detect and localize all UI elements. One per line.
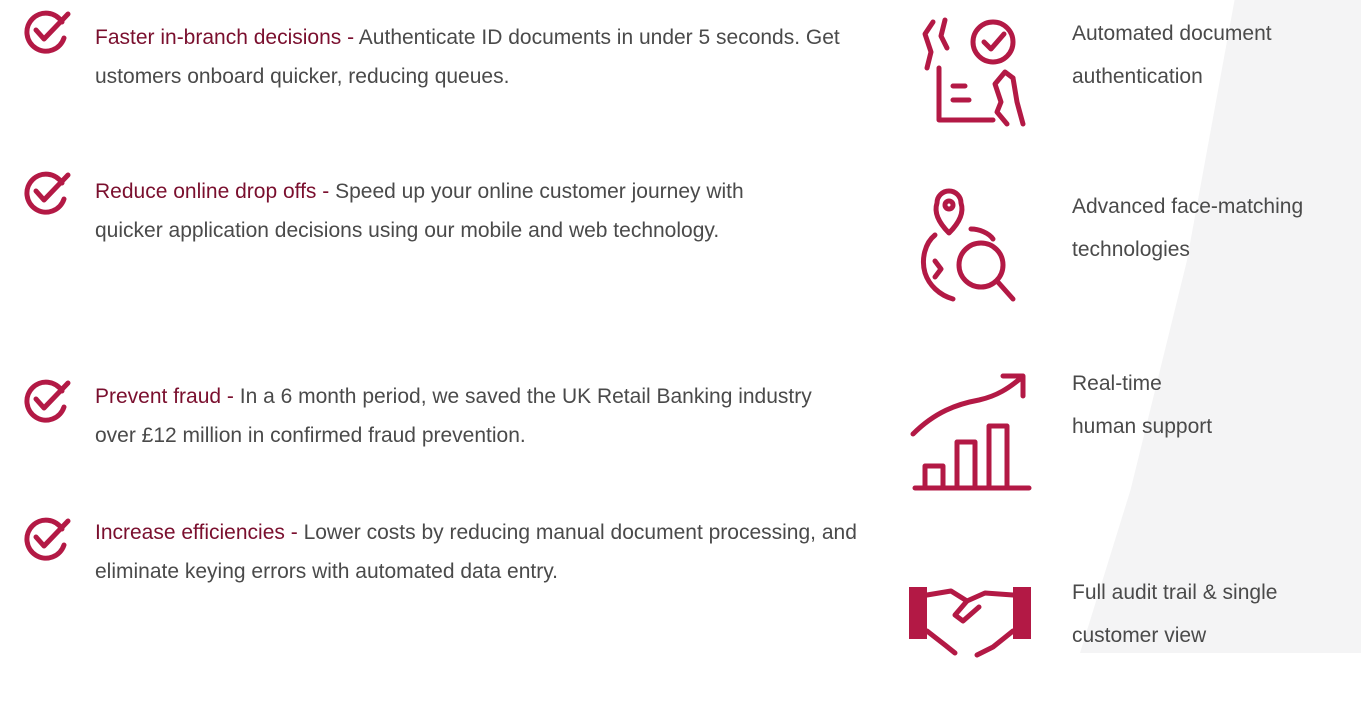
benefit-text: Prevent fraud - In a 6 month period, we … (95, 377, 855, 455)
benefit-text: Faster in-branch decisions - Authenticat… (95, 18, 875, 96)
benefit-text: Reduce online drop offs - Speed up your … (95, 172, 795, 250)
checkmark-icon (24, 171, 71, 215)
feature-label: Real-time human support (1072, 372, 1213, 438)
checkmark-icon (24, 517, 71, 561)
feature-label: Automated document authentication (1072, 22, 1272, 88)
location-face-search-icon (920, 188, 1016, 302)
feature-label: Full audit trail & single customer view (1072, 581, 1278, 647)
feature-label: Advanced face-matching technologies (1072, 195, 1304, 261)
benefit-title: Reduce online drop offs - (95, 180, 330, 203)
growth-chart-icon (910, 373, 1032, 491)
benefit-text: Increase efficiencies - Lower costs by r… (95, 513, 885, 591)
benefit-title: Faster in-branch decisions - (95, 26, 355, 49)
handshake-icon (909, 587, 1031, 658)
checkmark-icon (24, 10, 71, 54)
benefit-title: Prevent fraud - (95, 385, 234, 408)
checkmark-icon (24, 379, 71, 423)
benefit-title: Increase efficiencies - (95, 521, 298, 544)
document-check-hands-icon (922, 17, 1026, 127)
